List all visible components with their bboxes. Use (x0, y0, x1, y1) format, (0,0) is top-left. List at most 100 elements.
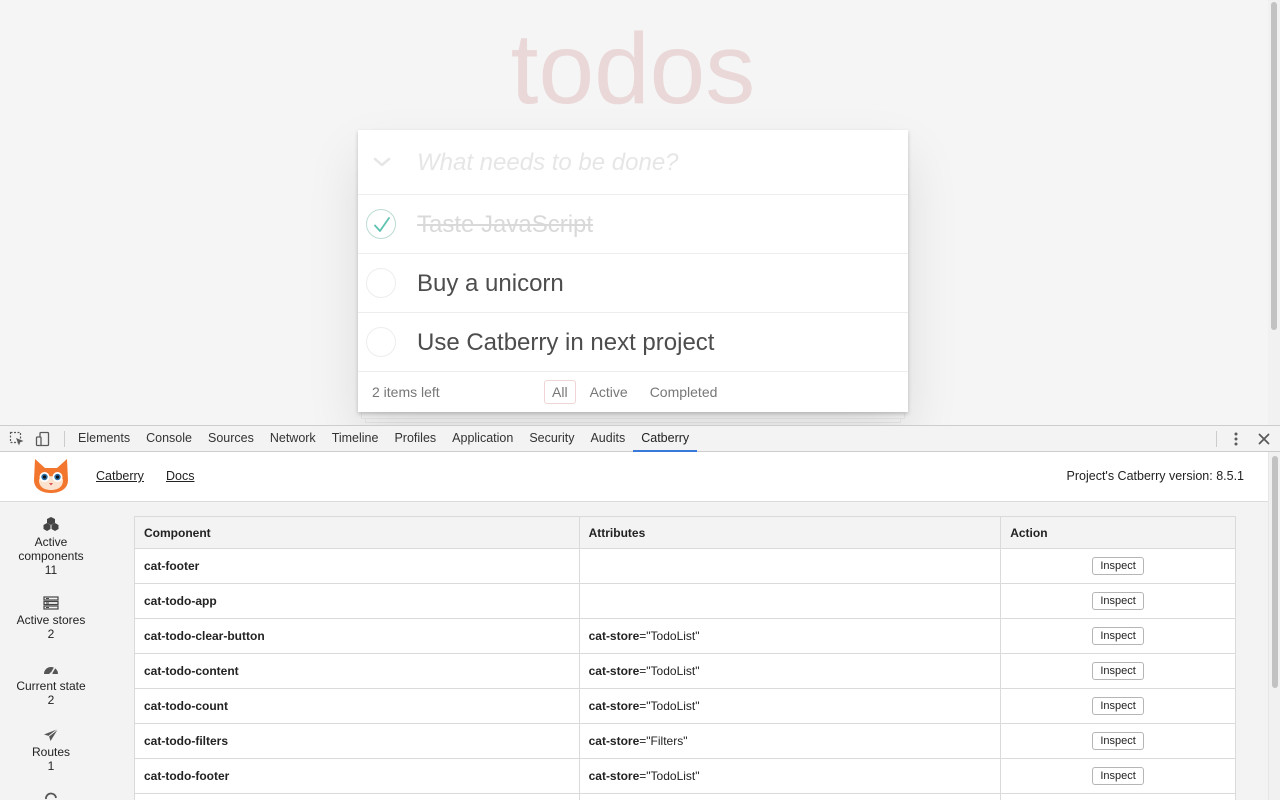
catberry-version-label: Project's Catberry version: 8.5.1 (1066, 469, 1244, 483)
attribute-value: "TodoList" (646, 664, 700, 678)
component-attributes (578, 793, 1002, 800)
todo-toggle-checkbox[interactable] (366, 268, 396, 298)
todo-label[interactable]: Buy a unicorn (417, 254, 564, 313)
filter-completed-link[interactable]: Completed (642, 380, 726, 404)
attribute-key: cat-store (588, 769, 640, 783)
cubes-icon (43, 517, 59, 531)
attribute-key: cat-store (588, 664, 640, 678)
component-attributes (578, 583, 1002, 619)
table-row: cat-todo-footer cat-store="TodoList" Ins… (134, 758, 1236, 794)
devtools-tabs: Elements Console Sources Network Timelin… (70, 426, 698, 452)
tab-application[interactable]: Application (444, 426, 521, 452)
inspect-button[interactable]: Inspect (1092, 557, 1144, 575)
todo-label[interactable]: Use Catberry in next project (417, 313, 714, 372)
items-left-count: 2 items left (372, 384, 440, 400)
todo-toggle-checkbox[interactable] (366, 327, 396, 357)
component-name: cat-todo-content (134, 653, 580, 689)
action-cell: Inspect (1000, 548, 1236, 584)
sidebar-item-current-state[interactable]: Current state 2 (0, 662, 102, 707)
action-cell (1000, 793, 1236, 800)
filter-active-link[interactable]: Active (582, 380, 636, 404)
check-icon (374, 217, 390, 232)
todo-app-title: todos (510, 13, 756, 125)
attribute-value: "TodoList" (646, 699, 700, 713)
todo-item: Taste JavaScript (358, 195, 908, 254)
page-scrollbar[interactable] (1268, 0, 1280, 425)
attribute-key: cat-store (588, 629, 640, 643)
inspect-button[interactable]: Inspect (1092, 697, 1144, 715)
tab-security[interactable]: Security (521, 426, 582, 452)
todo-item: Buy a unicorn (358, 254, 908, 313)
filter-all-link[interactable]: All (544, 380, 576, 404)
table-row: cat-todo-filters cat-store="Filters" Ins… (134, 723, 1236, 759)
tab-elements[interactable]: Elements (70, 426, 138, 452)
attribute-key: cat-store (588, 699, 640, 713)
tab-sources[interactable]: Sources (200, 426, 262, 452)
server-stack-icon (43, 596, 59, 610)
page-scrollbar-thumb[interactable] (1271, 2, 1277, 330)
sidebar-label: Current state (16, 679, 86, 693)
components-table: Component Attributes Action cat-footer I… (134, 516, 1236, 800)
devtools-panel: Elements Console Sources Network Timelin… (0, 425, 1280, 800)
tab-timeline[interactable]: Timeline (324, 426, 387, 452)
attribute-value: "TodoList" (646, 769, 700, 783)
sidebar-item-next[interactable] (0, 792, 102, 800)
component-name: cat-footer (134, 548, 580, 584)
tab-catberry[interactable]: Catberry (633, 426, 698, 452)
action-cell: Inspect (1000, 583, 1236, 619)
inspect-element-icon[interactable] (9, 431, 25, 447)
inspect-button[interactable]: Inspect (1092, 662, 1144, 680)
paper-plane-icon (44, 728, 59, 741)
device-toolbar-icon[interactable] (35, 431, 51, 447)
todo-item: Use Catberry in next project (358, 313, 908, 372)
sidebar-label: Active (34, 535, 68, 549)
sidebar-count: 2 (47, 693, 55, 707)
sidebar-count: 11 (44, 563, 58, 577)
inspect-button[interactable]: Inspect (1092, 767, 1144, 785)
inspect-button[interactable]: Inspect (1092, 592, 1144, 610)
sidebar-item-routes[interactable]: Routes 1 (0, 728, 102, 773)
inspect-button[interactable]: Inspect (1092, 732, 1144, 750)
sidebar-item-active-stores[interactable]: Active stores 2 (0, 596, 102, 641)
tab-audits[interactable]: Audits (582, 426, 633, 452)
catberry-link[interactable]: Catberry (96, 469, 144, 483)
catberry-header: Catberry Docs Project's Catberry version… (0, 452, 1268, 502)
tab-console[interactable]: Console (138, 426, 200, 452)
card-stack-shadow (361, 413, 905, 419)
dashboard-gauge-icon (44, 667, 58, 676)
inspect-button[interactable]: Inspect (1092, 627, 1144, 645)
catberry-body: Active components 11 Active stores 2 Cur… (0, 502, 1268, 800)
table-row: cat-footer Inspect (134, 548, 1236, 584)
sidebar-count: 2 (47, 627, 55, 641)
todo-label[interactable]: Taste JavaScript (417, 195, 593, 254)
component-name: cat-todo-count (134, 688, 580, 724)
component-attributes: cat-store="TodoList" (578, 688, 1002, 724)
devtools-scrollbar-thumb[interactable] (1272, 456, 1278, 688)
sidebar-count: 1 (47, 759, 55, 773)
tab-profiles[interactable]: Profiles (386, 426, 444, 452)
attribute-value: "Filters" (646, 734, 688, 748)
toolbar-separator (1216, 431, 1217, 447)
tab-network[interactable]: Network (262, 426, 324, 452)
card-stack-shadow (365, 419, 901, 423)
catberry-cat-logo-icon (32, 458, 70, 494)
component-attributes: cat-store="TodoList" (578, 653, 1002, 689)
column-header-attributes: Attributes (578, 516, 1002, 549)
action-cell: Inspect (1000, 618, 1236, 654)
devtools-scrollbar[interactable] (1268, 452, 1280, 800)
refresh-icon (45, 792, 57, 800)
component-attributes (578, 548, 1002, 584)
sidebar-item-active-components[interactable]: Active components 11 (0, 516, 102, 577)
docs-link[interactable]: Docs (166, 469, 194, 483)
new-todo-input[interactable] (417, 130, 897, 195)
todo-toggle-checkbox[interactable] (366, 209, 396, 239)
component-name: cat-todo-app (134, 583, 580, 619)
close-devtools-icon[interactable] (1257, 432, 1271, 446)
component-attributes: cat-store="TodoList" (578, 758, 1002, 794)
component-name (134, 793, 580, 800)
component-name: cat-todo-footer (134, 758, 580, 794)
more-options-icon[interactable] (1229, 431, 1243, 447)
sidebar-label: Routes (31, 745, 71, 759)
table-row: cat-todo-clear-button cat-store="TodoLis… (134, 618, 1236, 654)
toggle-all-chevron-icon[interactable] (372, 150, 392, 174)
